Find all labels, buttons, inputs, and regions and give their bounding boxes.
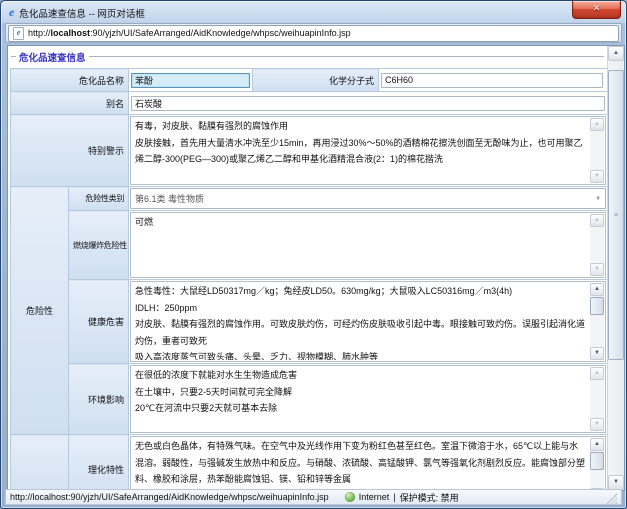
fire-explosion-scrollbar[interactable]: ▲ ▼ bbox=[590, 214, 604, 276]
address-bar: e http://localhost:90/yjzh/UI/SafeArrang… bbox=[5, 23, 622, 43]
fire-explosion-text: 可燃 bbox=[132, 214, 589, 276]
special-warning-scrollbar[interactable]: ▲ ▼ bbox=[590, 118, 604, 183]
label-special-warning: 特别警示 bbox=[11, 115, 129, 187]
table-row: 危险性 危险性类别 第6.1类 毒性物质 ▼ bbox=[11, 187, 608, 211]
table-row: 别名 石炭酸 bbox=[11, 92, 608, 115]
special-warning-textarea[interactable]: 有毒，对皮肤、黏膜有强烈的腐蚀作用 皮肤接触，首先用大量清水冲洗至少15min，… bbox=[130, 116, 606, 185]
status-url: http://localhost:90/yjzh/UI/SafeArranged… bbox=[10, 492, 329, 502]
table-row: 燃烧爆炸危险性 可燃 ▲ ▼ bbox=[11, 211, 608, 280]
scrollbar-thumb[interactable]: ≡ bbox=[608, 70, 624, 360]
label-fire-explosion: 燃烧爆炸危险性 bbox=[69, 211, 129, 280]
status-separator: | bbox=[393, 492, 395, 502]
ie-icon: e bbox=[9, 5, 14, 20]
label-health-hazard: 健康危害 bbox=[69, 280, 129, 364]
page-icon: e bbox=[13, 27, 24, 40]
table-row: 健康危害 急性毒性：大鼠经LD50317mg／kg；兔经皮LD50。630mg/… bbox=[11, 280, 608, 364]
table-row: 理化特性 无色或白色晶体，有特殊气味。在空气中及光线作用下变为粉红色甚至红色。室… bbox=[11, 435, 608, 491]
table-wrap: 危化品名称 苯酚 化学分子式 C6H60 别名 石炭酸 特别警示 有毒，对皮肤、… bbox=[10, 68, 608, 490]
status-bar: http://localhost:90/yjzh/UI/SafeArranged… bbox=[5, 489, 622, 505]
page-scrollbar[interactable]: ▲ ≡ ▼ bbox=[607, 46, 624, 490]
health-hazard-scrollbar[interactable]: ▲ ▼ bbox=[590, 283, 604, 360]
empty-group-cell bbox=[11, 435, 69, 491]
chemical-name-input[interactable]: 苯酚 bbox=[131, 73, 250, 88]
chevron-down-icon: ▼ bbox=[595, 196, 601, 202]
environment-textarea[interactable]: 在很低的浓度下就能对水生生物造成危害 在土壤中，只要2-5天时间就可完全降解 2… bbox=[130, 365, 606, 433]
title-bar: e 危化品速查信息 -- 网页对话框 bbox=[9, 3, 564, 22]
alias-input[interactable]: 石炭酸 bbox=[131, 96, 605, 111]
formula-input[interactable]: C6H60 bbox=[381, 73, 603, 88]
label-alias: 别名 bbox=[11, 92, 129, 115]
scrollbar-thumb[interactable] bbox=[590, 297, 604, 315]
thumb-grip-icon: ≡ bbox=[614, 212, 618, 219]
label-formula: 化学分子式 bbox=[253, 69, 379, 92]
hazard-class-select[interactable]: 第6.1类 毒性物质 ▼ bbox=[130, 188, 606, 209]
address-url: http://localhost:90/yjzh/UI/SafeArranged… bbox=[28, 28, 351, 38]
protected-mode-label: 保护模式: 禁用 bbox=[400, 491, 459, 504]
scroll-down-button[interactable]: ▼ bbox=[590, 170, 604, 183]
resize-grip[interactable] bbox=[606, 493, 617, 504]
special-warning-text: 有毒，对皮肤、黏膜有强烈的腐蚀作用 皮肤接触，首先用大量清水冲洗至少15min，… bbox=[132, 118, 589, 183]
close-button[interactable]: ✕ bbox=[572, 1, 621, 19]
scroll-down-button[interactable]: ▼ bbox=[608, 475, 624, 490]
dialog-window: e 危化品速查信息 -- 网页对话框 ✕ e http://localhost:… bbox=[0, 0, 627, 509]
table-row: 环境影响 在很低的浓度下就能对水生生物造成危害 在土壤中，只要2-5天时间就可完… bbox=[11, 364, 608, 435]
scroll-up-button[interactable]: ▲ bbox=[590, 118, 604, 131]
form-area: 危化品速查信息 危化品名称 苯酚 化学分子式 C6H60 别名 石炭酸 特别警示 bbox=[8, 46, 608, 490]
scrollbar-thumb[interactable] bbox=[590, 452, 604, 470]
scroll-up-button[interactable]: ▲ bbox=[590, 214, 604, 227]
health-hazard-textarea[interactable]: 急性毒性：大鼠经LD50317mg／kg；兔经皮LD50。630mg/kg；大鼠… bbox=[130, 281, 606, 362]
close-icon: ✕ bbox=[593, 3, 601, 13]
label-hazard-group: 危险性 bbox=[11, 187, 69, 435]
environment-scrollbar[interactable]: ▲ ▼ bbox=[590, 367, 604, 431]
zone-label: Internet bbox=[359, 492, 390, 502]
scroll-down-button[interactable]: ▼ bbox=[590, 263, 604, 276]
scroll-down-button[interactable]: ▼ bbox=[590, 347, 604, 360]
physchem-scrollbar[interactable]: ▲ ▼ bbox=[590, 438, 604, 490]
window-title: 危化品速查信息 -- 网页对话框 bbox=[19, 6, 145, 20]
scroll-up-button[interactable]: ▲ bbox=[590, 438, 604, 451]
health-hazard-text: 急性毒性：大鼠经LD50317mg／kg；兔经皮LD50。630mg/kg；大鼠… bbox=[132, 283, 589, 360]
table-row: 危化品名称 苯酚 化学分子式 C6H60 bbox=[11, 69, 608, 92]
scroll-down-button[interactable]: ▼ bbox=[590, 418, 604, 431]
groupbox-header: 危化品速查信息 bbox=[11, 49, 604, 62]
label-chemical-name: 危化品名称 bbox=[11, 69, 129, 92]
hazard-class-value: 第6.1类 毒性物质 bbox=[135, 192, 204, 205]
globe-icon bbox=[345, 492, 355, 502]
scroll-up-button[interactable]: ▲ bbox=[608, 46, 624, 61]
label-physchem: 理化特性 bbox=[69, 435, 129, 491]
environment-text: 在很低的浓度下就能对水生生物造成危害 在土壤中，只要2-5天时间就可完全降解 2… bbox=[132, 367, 589, 431]
physchem-text: 无色或白色晶体，有特殊气味。在空气中及光线作用下变为粉红色甚至红色。室温下微溶于… bbox=[132, 438, 589, 490]
page-title: 危化品速查信息 bbox=[16, 50, 89, 64]
physchem-textarea[interactable]: 无色或白色晶体，有特殊气味。在空气中及光线作用下变为粉红色甚至红色。室温下微溶于… bbox=[130, 436, 606, 490]
scroll-up-button[interactable]: ▲ bbox=[590, 283, 604, 296]
scroll-up-button[interactable]: ▲ bbox=[590, 367, 604, 380]
address-input[interactable]: e http://localhost:90/yjzh/UI/SafeArrang… bbox=[8, 25, 619, 42]
dialog-content: 危化品速查信息 危化品名称 苯酚 化学分子式 C6H60 别名 石炭酸 特别警示 bbox=[7, 45, 625, 491]
table-row: 特别警示 有毒，对皮肤、黏膜有强烈的腐蚀作用 皮肤接触，首先用大量清水冲洗至少1… bbox=[11, 115, 608, 187]
label-environment: 环境影响 bbox=[69, 364, 129, 435]
chemical-info-table: 危化品名称 苯酚 化学分子式 C6H60 别名 石炭酸 特别警示 有毒，对皮肤、… bbox=[10, 68, 608, 490]
fire-explosion-textarea[interactable]: 可燃 ▲ ▼ bbox=[130, 212, 606, 278]
label-hazard-class: 危险性类别 bbox=[69, 187, 129, 211]
